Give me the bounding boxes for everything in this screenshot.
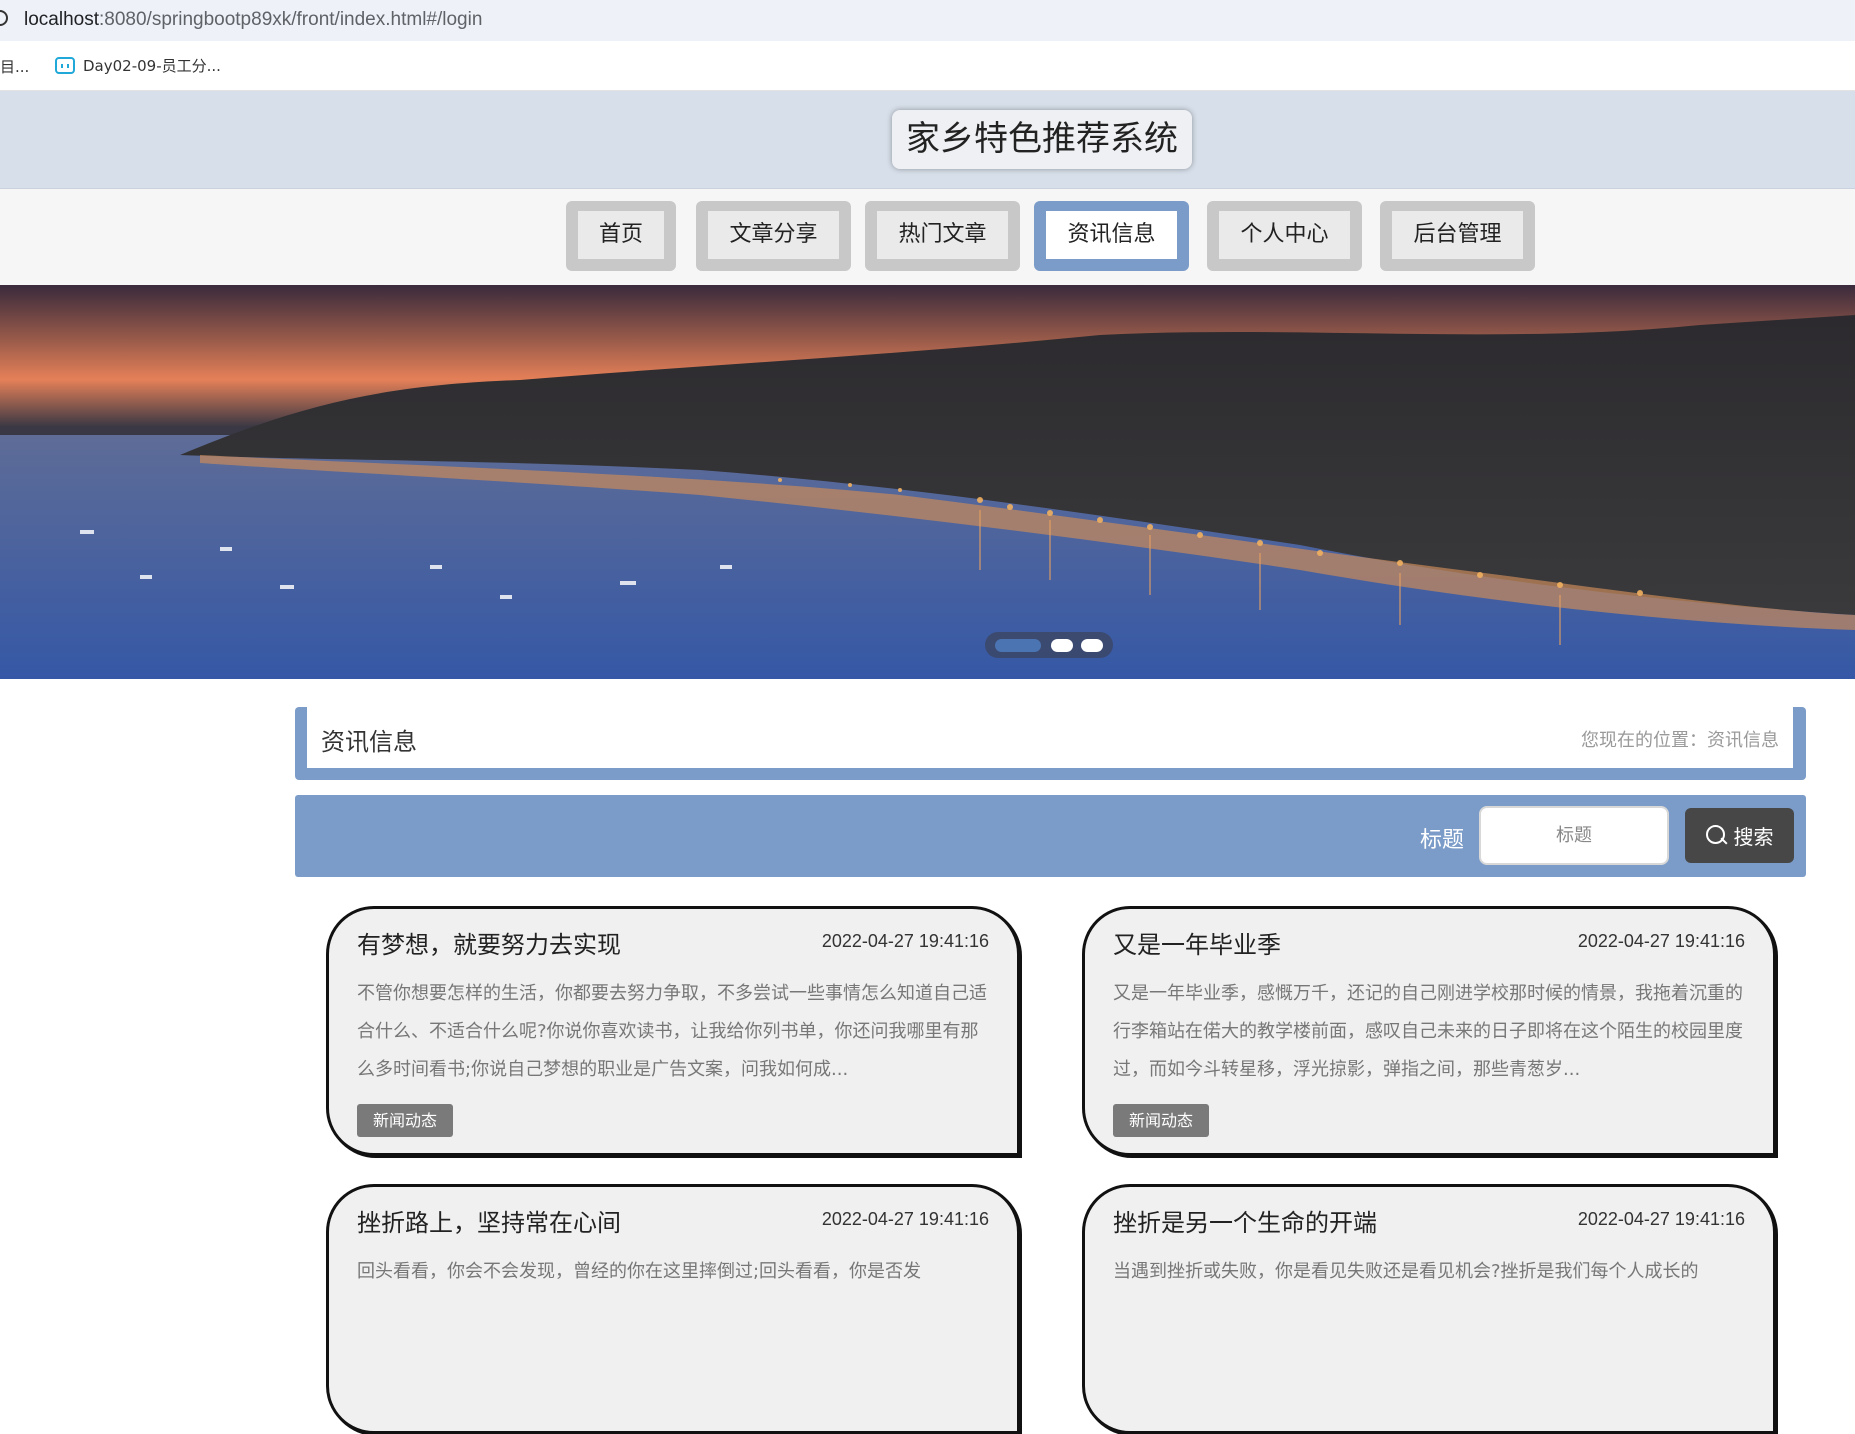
url-path: :8080/springbootp89xk/front/index.html#/… bbox=[99, 9, 483, 30]
nav-hot-articles[interactable]: 热门文章 bbox=[865, 201, 1020, 271]
news-card[interactable]: 挫折路上，坚持常在心间 2022-04-27 19:41:16 回头看看，你会不… bbox=[326, 1184, 1020, 1434]
nav-label: 文章分享 bbox=[708, 211, 839, 259]
news-card[interactable]: 有梦想，就要努力去实现 2022-04-27 19:41:16 不管你想要怎样的… bbox=[326, 906, 1020, 1156]
news-summary: 回头看看，你会不会发现，曾经的你在这里摔倒过;回头看看，你是否发 bbox=[357, 1261, 922, 1282]
news-title[interactable]: 有梦想，就要努力去实现 bbox=[357, 925, 621, 960]
main-nav: 首页 文章分享 热门文章 资讯信息 个人中心 后台管理 bbox=[0, 189, 1855, 285]
nav-label: 首页 bbox=[578, 211, 664, 259]
banner-image bbox=[0, 315, 1855, 679]
news-summary: 当遇到挫折或失败，你是看见失败还是看见机会?挫折是我们每个人成长的 bbox=[1113, 1261, 1699, 1282]
nav-home[interactable]: 首页 bbox=[566, 201, 676, 271]
news-title[interactable]: 挫折是另一个生命的开端 bbox=[1113, 1203, 1377, 1238]
news-title[interactable]: 又是一年毕业季 bbox=[1113, 925, 1281, 960]
news-time: 2022-04-27 19:41:16 bbox=[821, 931, 989, 951]
news-time: 2022-04-27 19:41:16 bbox=[1577, 1209, 1745, 1229]
nav-label: 个人中心 bbox=[1219, 211, 1350, 259]
news-summary: 不管你想要怎样的生活，你都要去努力争取，不多尝试一些事情怎么知道自己适合什么、不… bbox=[357, 983, 987, 1080]
news-card[interactable]: 挫折是另一个生命的开端 2022-04-27 19:41:16 当遇到挫折或失败… bbox=[1082, 1184, 1776, 1434]
news-tag[interactable]: 新闻动态 bbox=[1113, 1104, 1210, 1137]
section-title: 资讯信息 bbox=[321, 728, 417, 756]
nav-label: 热门文章 bbox=[877, 211, 1008, 259]
carousel-dot-1[interactable] bbox=[995, 639, 1041, 652]
site-header: 家乡特色推荐系统 bbox=[0, 91, 1855, 189]
bookmarks-bar: 目... Day02-09-员工分... bbox=[0, 41, 1855, 91]
news-time: 2022-04-27 19:41:16 bbox=[1577, 931, 1745, 951]
site-info-icon[interactable] bbox=[0, 10, 8, 26]
nav-label: 后台管理 bbox=[1392, 211, 1523, 259]
breadcrumb: 您现在的位置：资讯信息 bbox=[1581, 730, 1779, 751]
nav-personal-center[interactable]: 个人中心 bbox=[1207, 201, 1362, 271]
nav-label: 资讯信息 bbox=[1046, 211, 1177, 259]
news-tag[interactable]: 新闻动态 bbox=[357, 1104, 454, 1137]
browser-address-bar[interactable]: localhost:8080/springbootp89xk/front/ind… bbox=[0, 0, 1855, 41]
section-header: 资讯信息 您现在的位置：资讯信息 bbox=[295, 707, 1806, 780]
bookmark-item[interactable]: Day02-09-员工分... bbox=[55, 55, 221, 76]
search-button-label: 搜索 bbox=[1733, 825, 1774, 849]
news-title[interactable]: 挫折路上，坚持常在心间 bbox=[357, 1203, 621, 1238]
url-text[interactable]: localhost:8080/springbootp89xk/front/ind… bbox=[24, 9, 482, 31]
url-host: localhost bbox=[24, 9, 99, 30]
news-card[interactable]: 又是一年毕业季 2022-04-27 19:41:16 又是一年毕业季，感慨万千… bbox=[1082, 906, 1776, 1156]
search-bar: 标题 搜索 bbox=[295, 795, 1806, 877]
bilibili-icon bbox=[55, 57, 75, 74]
search-icon bbox=[1705, 824, 1728, 847]
news-summary: 又是一年毕业季，感慨万千，还记的自己刚进学校那时候的情景，我拖着沉重的行李箱站在… bbox=[1113, 983, 1743, 1080]
bookmark-truncated[interactable]: 目... bbox=[0, 56, 29, 77]
search-title-input[interactable] bbox=[1479, 806, 1669, 865]
nav-article-share[interactable]: 文章分享 bbox=[696, 201, 851, 271]
bookmark-label: Day02-09-员工分... bbox=[83, 57, 221, 75]
carousel-dots bbox=[985, 632, 1113, 658]
nav-admin[interactable]: 后台管理 bbox=[1380, 201, 1535, 271]
banner-carousel[interactable] bbox=[0, 285, 1855, 679]
search-label: 标题 bbox=[1420, 828, 1465, 853]
carousel-dot-3[interactable] bbox=[1081, 639, 1103, 652]
site-title: 家乡特色推荐系统 bbox=[892, 110, 1192, 169]
carousel-dot-2[interactable] bbox=[1051, 639, 1073, 652]
nav-news-info[interactable]: 资讯信息 bbox=[1034, 201, 1189, 271]
news-time: 2022-04-27 19:41:16 bbox=[821, 1209, 989, 1229]
section-header-inner: 资讯信息 您现在的位置：资讯信息 bbox=[307, 707, 1793, 768]
search-button[interactable]: 搜索 bbox=[1685, 808, 1794, 863]
